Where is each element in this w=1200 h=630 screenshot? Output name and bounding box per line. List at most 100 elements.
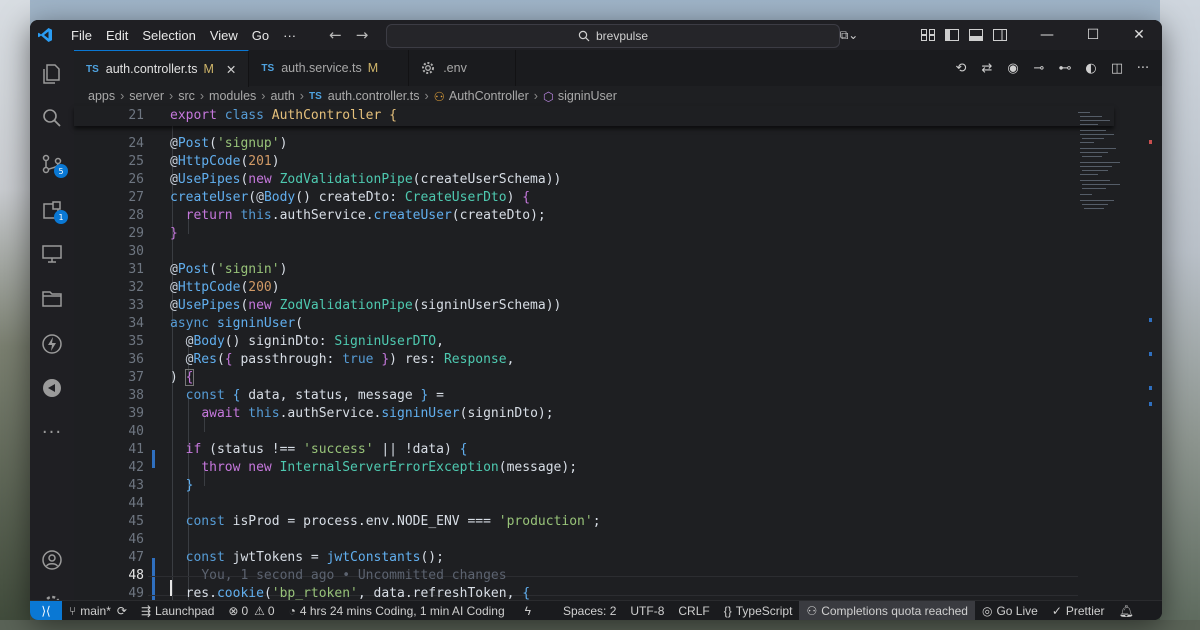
branch-name: main* bbox=[80, 604, 111, 618]
menu-edit[interactable]: Edit bbox=[99, 28, 135, 43]
status-bar: ⟩⟨ ⑂ main* ⟳ ⇶ Launchpad ⊗ 0 ⚠ 0 ◔ 4 hrs… bbox=[30, 600, 1162, 620]
menu-go[interactable]: Go bbox=[245, 28, 276, 43]
sticky-scroll-header[interactable]: 21 export class AuthController { bbox=[74, 106, 1114, 126]
minimap[interactable] bbox=[1074, 106, 1152, 600]
copilot-status[interactable]: ⚇ Completions quota reached bbox=[799, 601, 975, 620]
modified-indicator: M bbox=[203, 62, 214, 76]
remote-explorer-icon[interactable] bbox=[30, 234, 74, 274]
open-changes-icon[interactable]: ◉ bbox=[1002, 61, 1024, 76]
tab-env[interactable]: .env bbox=[409, 50, 517, 86]
breadcrumb-item[interactable]: modules bbox=[209, 89, 256, 103]
scrollbar-marker bbox=[1149, 140, 1152, 144]
desktop-background-left bbox=[0, 0, 30, 630]
class-symbol-icon: ⚇ bbox=[433, 89, 445, 104]
close-window-button[interactable]: ✕ bbox=[1116, 20, 1162, 50]
close-tab-icon[interactable]: ✕ bbox=[226, 62, 236, 77]
modified-indicator: M bbox=[367, 61, 379, 75]
lightning-status-icon[interactable]: ϟ bbox=[518, 601, 538, 620]
eol-setting[interactable]: CRLF bbox=[671, 601, 716, 620]
back-arrow-icon[interactable]: ← bbox=[329, 26, 342, 44]
breadcrumb-item[interactable]: server bbox=[129, 89, 164, 103]
clock-icon: ◔ bbox=[288, 604, 296, 618]
git-change-marker bbox=[152, 450, 155, 468]
indentation-setting[interactable]: Spaces: 2 bbox=[556, 601, 623, 620]
prettier-label: Prettier bbox=[1065, 604, 1105, 618]
customize-layout-icon[interactable] bbox=[916, 20, 940, 50]
search-view-icon[interactable] bbox=[30, 98, 74, 138]
explorer-icon[interactable] bbox=[30, 54, 74, 94]
menu-view[interactable]: View bbox=[203, 28, 245, 43]
text-cursor bbox=[170, 580, 172, 596]
breadcrumb-item[interactable]: auth bbox=[270, 89, 294, 103]
code-editor[interactable]: 24 @Post('signup') 25 @HttpCode(201) 26 @Us… bbox=[74, 106, 1114, 601]
menu-selection[interactable]: Selection bbox=[135, 28, 202, 43]
search-text: brevpulse bbox=[595, 29, 649, 43]
gitlens-inspect-icon[interactable]: ◐ bbox=[1080, 61, 1102, 76]
toggle-panel-icon[interactable] bbox=[964, 20, 988, 50]
command-center-search[interactable]: brevpulse bbox=[386, 24, 840, 48]
sync-icon[interactable]: ⟳ bbox=[117, 604, 127, 618]
error-count: 0 bbox=[241, 604, 249, 618]
minimize-button[interactable]: — bbox=[1024, 20, 1070, 50]
split-editor-icon[interactable]: ◫ bbox=[1106, 61, 1128, 76]
editor-actions: ⟲ ⇄ ◉ ⊸ ⊷ ◐ ◫ ··· bbox=[950, 50, 1154, 86]
gear-file-icon bbox=[422, 62, 435, 74]
go-live-button[interactable]: ◎ Go Live bbox=[975, 601, 1045, 620]
timeline-icon[interactable]: ⟲ bbox=[950, 61, 972, 76]
braces-icon: {} bbox=[723, 604, 732, 618]
more-views-icon[interactable]: ··· bbox=[30, 412, 74, 452]
breadcrumb-item[interactable]: auth.controller.ts bbox=[328, 89, 420, 103]
account-icon[interactable] bbox=[30, 540, 74, 580]
remote-indicator-icon[interactable]: ⟩⟨ bbox=[30, 601, 62, 620]
breadcrumb-item[interactable]: src bbox=[178, 89, 195, 103]
more-actions-icon[interactable]: ··· bbox=[1132, 61, 1154, 76]
gitlens-icon[interactable] bbox=[30, 368, 74, 408]
folder-icon[interactable] bbox=[30, 278, 74, 318]
menu-more[interactable]: ··· bbox=[276, 28, 303, 43]
launchpad-label: Launchpad bbox=[155, 604, 215, 618]
lightning-icon[interactable] bbox=[30, 324, 74, 364]
scrollbar-marker bbox=[1149, 352, 1152, 356]
git-branch-icon: ⑂ bbox=[69, 604, 77, 618]
forward-arrow-icon[interactable]: → bbox=[356, 26, 369, 44]
menu-file[interactable]: File bbox=[64, 28, 99, 43]
vscode-logo-icon bbox=[30, 20, 60, 50]
tab-label: .env bbox=[443, 61, 467, 75]
breadcrumb-item[interactable]: AuthController bbox=[449, 89, 529, 103]
breadcrumb-item[interactable]: apps bbox=[88, 89, 115, 103]
source-control-icon[interactable]: 5 bbox=[30, 144, 74, 184]
prettier-status[interactable]: ✓ Prettier bbox=[1045, 601, 1112, 620]
method-symbol-icon: ⬡ bbox=[542, 89, 554, 104]
previous-change-icon[interactable]: ⊸ bbox=[1028, 61, 1050, 76]
extensions-icon[interactable]: 1 bbox=[30, 190, 74, 230]
title-bar: File Edit Selection View Go ··· ← → brev… bbox=[30, 20, 1162, 50]
nav-arrows: ← → bbox=[329, 26, 368, 44]
branch-indicator[interactable]: ⑂ main* ⟳ bbox=[62, 601, 134, 620]
coding-time: 4 hrs 24 mins Coding, 1 min AI Coding bbox=[299, 604, 505, 618]
wakatime-item[interactable]: ◔ 4 hrs 24 mins Coding, 1 min AI Coding bbox=[282, 601, 512, 620]
toggle-sidebar-icon[interactable] bbox=[940, 20, 964, 50]
breadcrumb-item[interactable]: signinUser bbox=[558, 89, 617, 103]
next-change-icon[interactable]: ⊷ bbox=[1054, 61, 1076, 76]
breadcrumb: apps › server › src › modules › auth › TS aut… bbox=[88, 89, 617, 104]
tab-auth-controller[interactable]: TS auth.controller.ts M ✕ bbox=[74, 50, 250, 87]
problems-indicator[interactable]: ⊗ 0 ⚠ 0 bbox=[221, 601, 281, 620]
copilot-icon[interactable]: ⧉⌄ bbox=[832, 20, 866, 50]
extensions-badge: 1 bbox=[54, 210, 68, 224]
notifications-bell-icon[interactable]: 🔔︎ bbox=[1112, 601, 1141, 620]
go-live-label: Go Live bbox=[996, 604, 1038, 618]
compare-changes-icon[interactable]: ⇄ bbox=[976, 61, 998, 76]
maximize-button[interactable]: ☐ bbox=[1070, 20, 1116, 50]
editor-tabs: TS auth.controller.ts M ✕ TS auth.servic… bbox=[74, 50, 1162, 87]
search-icon bbox=[578, 30, 590, 42]
language-mode[interactable]: {} TypeScript bbox=[717, 601, 800, 620]
scrollbar-marker bbox=[1149, 402, 1152, 406]
launchpad-item[interactable]: ⇶ Launchpad bbox=[134, 601, 221, 620]
copilot-label: Completions quota reached bbox=[821, 604, 968, 618]
encoding-setting[interactable]: UTF-8 bbox=[623, 601, 671, 620]
tab-label: auth.service.ts bbox=[281, 61, 362, 75]
tab-auth-service[interactable]: TS auth.service.ts M bbox=[249, 50, 410, 86]
warning-icon: ⚠ bbox=[254, 604, 265, 618]
toggle-secondary-sidebar-icon[interactable] bbox=[988, 20, 1012, 50]
scrollbar-marker bbox=[1149, 386, 1152, 390]
